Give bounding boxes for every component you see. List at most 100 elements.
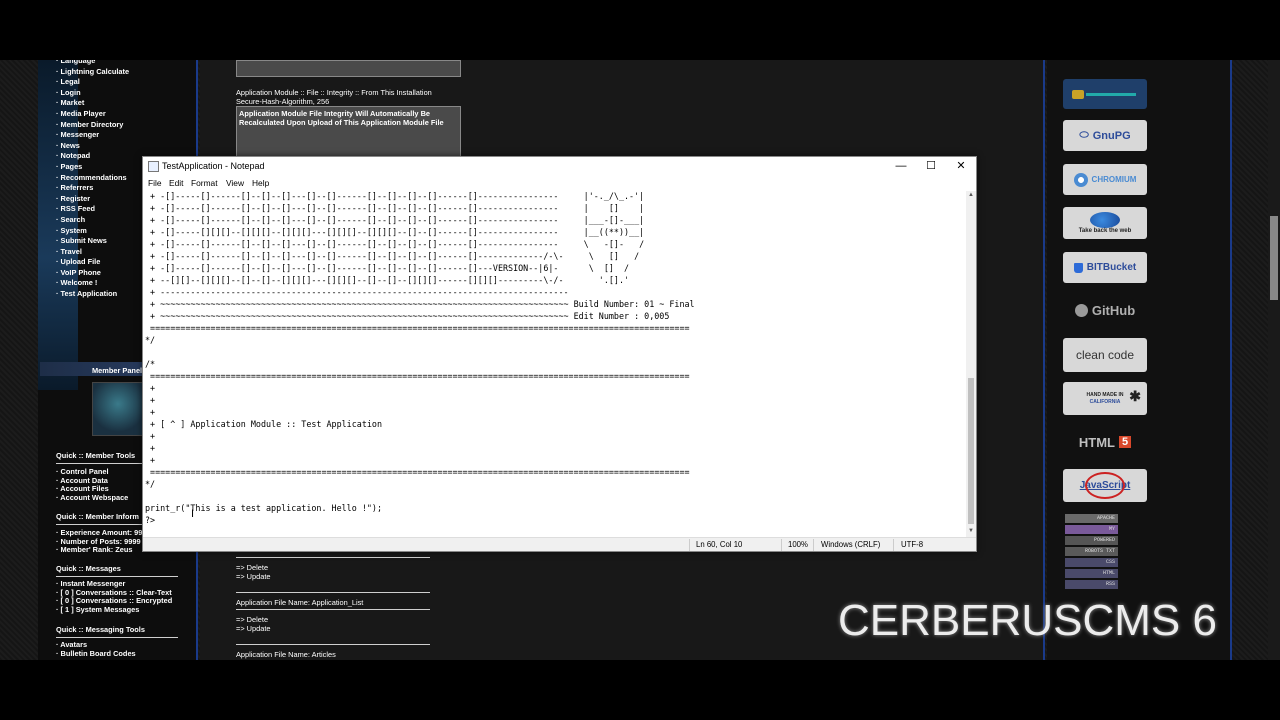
- left-menu-item[interactable]: · System: [56, 226, 129, 237]
- member-tools-item[interactable]: · Account Webspace: [56, 493, 129, 503]
- editor-line: + -[]-----[]------[]--[]--[]---[]--[]---…: [145, 263, 630, 273]
- github-label: GitHub: [1091, 302, 1136, 318]
- editor-line: /*: [145, 359, 156, 369]
- member-tools-list: · Control Panel · Account Data · Account F…: [56, 467, 129, 503]
- left-menu-item[interactable]: · Upload File: [56, 257, 129, 268]
- left-menu-label: Referrers: [60, 183, 94, 193]
- mini-badge[interactable]: MY: [1065, 525, 1118, 534]
- left-menu-label: Market: [60, 98, 85, 108]
- messages-label: Instant Messenger: [60, 579, 126, 588]
- mini-badge[interactable]: RSS: [1065, 580, 1118, 589]
- window-title: TestApplication - Notepad: [162, 161, 265, 171]
- html5-badge[interactable]: HTML 5: [1063, 432, 1147, 452]
- left-menu-label: News: [60, 140, 80, 150]
- github-badge[interactable]: GitHub: [1063, 300, 1147, 320]
- clean-code-badge[interactable]: clean code: [1063, 338, 1147, 372]
- wayback-badge[interactable]: Take back the web: [1063, 207, 1147, 239]
- left-menu-item[interactable]: · VoIP Phone: [56, 268, 129, 279]
- left-menu-item[interactable]: · Member Directory: [56, 120, 129, 131]
- menu-help[interactable]: Help: [252, 178, 269, 188]
- scroll-up-icon[interactable]: ▲: [967, 192, 975, 198]
- chromium-badge[interactable]: CHROMIUM: [1063, 164, 1147, 195]
- maximize-button[interactable]: ☐: [916, 157, 946, 177]
- menu-format[interactable]: Format: [191, 178, 218, 188]
- messaging-tools-title: Quick :: Messaging Tools: [56, 625, 145, 634]
- messaging-tools-item[interactable]: · Bulletin Board Codes: [56, 649, 136, 659]
- left-menu-label: Media Player: [60, 108, 106, 118]
- left-menu-item[interactable]: · Submit News: [56, 236, 129, 247]
- hand-made-badge[interactable]: HAND MADE IN CALIFORNIA ✱: [1063, 382, 1147, 415]
- member-info-list: · Experience Amount: 99 · Number of Posts…: [56, 528, 142, 555]
- update-link[interactable]: => Update: [236, 624, 271, 633]
- left-menu-item[interactable]: · Test Application: [56, 289, 129, 300]
- text-editor[interactable]: + -[]-----[]------[]--[]--[]---[]--[]---…: [143, 191, 966, 537]
- html5-label: HTML: [1078, 434, 1115, 450]
- left-menu-item[interactable]: · Recommendations: [56, 173, 129, 184]
- left-menu-item[interactable]: · Language: [56, 60, 129, 67]
- messaging-tools-label: Avatars: [60, 640, 88, 649]
- messages-list: · Instant Messenger · [ 0 ] Conversations…: [56, 579, 172, 615]
- mini-badge[interactable]: POWERED: [1065, 536, 1118, 545]
- mini-badge[interactable]: ROBOTS TXT: [1065, 547, 1118, 556]
- member-tools-label: Account Webspace: [60, 493, 129, 503]
- javascript-badge[interactable]: JavaScript: [1063, 469, 1147, 502]
- member-tools-title: Quick :: Member Tools: [56, 451, 136, 460]
- left-menu-item[interactable]: · Legal: [56, 77, 129, 88]
- divider: [813, 539, 814, 551]
- left-menu-item[interactable]: · Notepad: [56, 151, 129, 162]
- mini-badge[interactable]: HTML: [1065, 569, 1118, 578]
- messages-label: [ 1 ] System Messages: [60, 605, 140, 615]
- editor-line: +: [145, 431, 156, 441]
- encryption-key-badge[interactable]: [1063, 79, 1147, 109]
- notepad-titlebar[interactable]: TestApplication - Notepad — ☐ ✕: [143, 157, 976, 177]
- vertical-scrollbar[interactable]: ▲ ▼: [966, 191, 976, 537]
- zoom-level: 100%: [788, 540, 808, 549]
- left-menu-label: VoIP Phone: [60, 267, 101, 277]
- gnupg-badge[interactable]: ⬭ GnuPG: [1063, 120, 1147, 151]
- editor-line: + -[]-----[][][]--[][][]--[][][]---[][][…: [145, 227, 645, 237]
- mini-badge[interactable]: CSS: [1065, 558, 1118, 567]
- member-info-item[interactable]: · Member' Rank: Zeus: [56, 546, 142, 555]
- delete-link[interactable]: => Delete: [236, 615, 268, 624]
- member-avatar[interactable]: [92, 382, 144, 436]
- scrollbar-thumb[interactable]: [968, 378, 974, 524]
- left-menu-item[interactable]: · News: [56, 141, 129, 152]
- screen: · Language · Lightning Calculate · Legal · …: [0, 0, 1280, 720]
- left-menu-item[interactable]: · Referrers: [56, 183, 129, 194]
- update-link[interactable]: => Update: [236, 572, 271, 581]
- delete-link[interactable]: => Delete: [236, 563, 268, 572]
- minimize-button[interactable]: —: [886, 157, 916, 177]
- github-icon: [1074, 303, 1088, 317]
- left-menu-item[interactable]: · Messenger: [56, 130, 129, 141]
- page-scrollbar[interactable]: [1268, 60, 1280, 660]
- page-scrollbar-thumb[interactable]: [1270, 216, 1278, 300]
- editor-line: + --------------------------------------…: [145, 287, 569, 297]
- messages-item[interactable]: · [ 1 ] System Messages: [56, 605, 172, 615]
- left-menu-item[interactable]: · Media Player: [56, 109, 129, 120]
- left-menu-item[interactable]: · Welcome !: [56, 278, 129, 289]
- hash-field[interactable]: [236, 60, 461, 77]
- left-menu-item[interactable]: · Login: [56, 88, 129, 99]
- left-menu-item[interactable]: · RSS Feed: [56, 204, 129, 215]
- encoding: UTF-8: [901, 540, 924, 549]
- close-button[interactable]: ✕: [946, 157, 976, 177]
- divider: [781, 539, 782, 551]
- left-menu-item[interactable]: · Travel: [56, 247, 129, 258]
- menu-file[interactable]: File: [148, 178, 162, 188]
- left-menu-item[interactable]: · Search: [56, 215, 129, 226]
- left-menu-label: System: [60, 225, 87, 235]
- editor-line: +: [145, 455, 156, 465]
- scroll-down-icon[interactable]: ▼: [967, 528, 975, 534]
- hand-made-label: HAND MADE IN: [1086, 392, 1124, 398]
- menu-view[interactable]: View: [226, 178, 244, 188]
- mini-badge[interactable]: APACHE: [1065, 514, 1118, 523]
- menu-edit[interactable]: Edit: [169, 178, 183, 188]
- left-menu-item[interactable]: · Lightning Calculate: [56, 67, 129, 78]
- gnupg-label: GnuPG: [1092, 129, 1131, 142]
- no-javascript-icon: [1085, 472, 1125, 499]
- left-menu-item[interactable]: · Pages: [56, 162, 129, 173]
- left-menu-label: Login: [60, 87, 81, 97]
- bitbucket-badge[interactable]: BITBucket: [1063, 252, 1147, 283]
- left-menu-item[interactable]: · Market: [56, 98, 129, 109]
- left-menu-item[interactable]: · Register: [56, 194, 129, 205]
